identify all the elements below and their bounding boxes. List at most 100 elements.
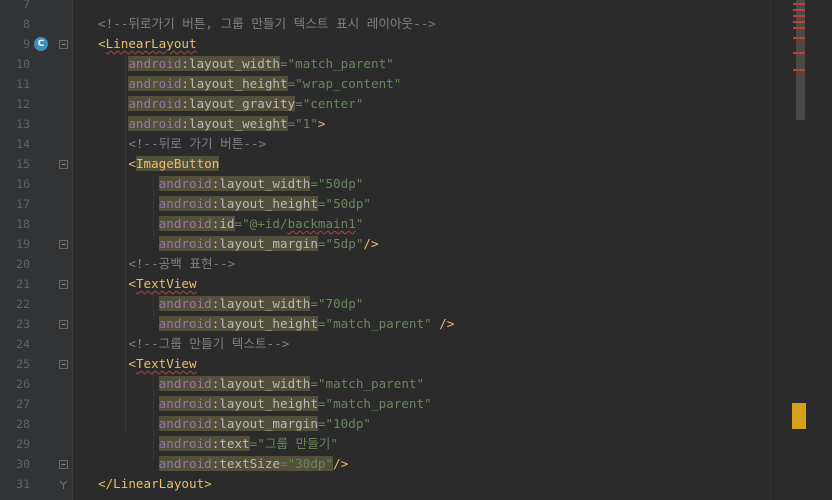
error-marker[interactable]	[793, 21, 805, 23]
code-token: backmain1	[287, 216, 356, 231]
indent-guide	[125, 54, 126, 430]
code-line[interactable]: <!--뒤로가기 버튼, 그룹 만들기 텍스트 표시 레이아웃-->	[98, 14, 436, 34]
code-line[interactable]: android:text="그룹 만들기"	[98, 434, 338, 454]
error-marker[interactable]	[793, 52, 805, 54]
code-line[interactable]: android:layout_height="50dp"	[98, 194, 371, 214]
class-indicator-icon[interactable]: C	[34, 37, 48, 51]
code-token: android	[158, 196, 212, 211]
editor-scrollbar-thumb[interactable]	[796, 0, 805, 120]
line-number[interactable]: 7	[0, 0, 30, 14]
code-token: ="match_parent"	[310, 376, 425, 391]
fold-marker-icon[interactable]	[59, 480, 68, 489]
line-number[interactable]: 31	[0, 474, 30, 494]
line-number[interactable]: 12	[0, 94, 30, 114]
fold-marker-icon[interactable]	[59, 280, 68, 289]
line-number[interactable]: 21	[0, 274, 30, 294]
code-token: android	[158, 296, 212, 311]
code-token: :id	[211, 216, 235, 231]
line-number[interactable]: 14	[0, 134, 30, 154]
line-number[interactable]: 29	[0, 434, 30, 454]
code-token: TextView	[135, 356, 197, 371]
line-number[interactable]: 22	[0, 294, 30, 314]
code-line[interactable]: android:layout_margin="5dp"/>	[98, 234, 379, 254]
line-number[interactable]: 23	[0, 314, 30, 334]
code-token: <	[128, 276, 136, 291]
code-line[interactable]: <!--그룹 만들기 텍스트-->	[98, 334, 289, 354]
error-marker[interactable]	[793, 37, 805, 39]
code-line[interactable]: <!--뒤로 가기 버튼-->	[98, 134, 266, 154]
line-number[interactable]: 18	[0, 214, 30, 234]
code-token: :layout_margin	[211, 236, 318, 251]
line-number[interactable]: 24	[0, 334, 30, 354]
code-line[interactable]: android:layout_width="50dp"	[98, 174, 363, 194]
code-line[interactable]: android:id="@+id/backmain1"	[98, 214, 363, 234]
code-line[interactable]: <ImageButton	[98, 154, 220, 174]
fold-marker-icon[interactable]	[59, 240, 68, 249]
code-line[interactable]: android:layout_weight="1">	[98, 114, 326, 134]
warning-marker[interactable]	[792, 403, 806, 429]
line-number[interactable]: 28	[0, 414, 30, 434]
indent-guide	[153, 174, 154, 240]
fold-marker-icon[interactable]	[59, 360, 68, 369]
code-token: ="70dp"	[310, 296, 364, 311]
code-token: android	[128, 56, 182, 71]
code-token: :layout_weight	[181, 116, 288, 131]
code-token: :textSize	[211, 456, 280, 471]
line-number[interactable]: 20	[0, 254, 30, 274]
line-number[interactable]: 9	[0, 34, 30, 54]
error-marker[interactable]	[793, 27, 805, 29]
line-number[interactable]: 16	[0, 174, 30, 194]
fold-marker-icon[interactable]	[59, 160, 68, 169]
line-number[interactable]: 15	[0, 154, 30, 174]
code-token: ="match_parent"	[317, 316, 432, 331]
code-token: <	[128, 156, 136, 171]
line-number[interactable]: 27	[0, 394, 30, 414]
code-line[interactable]: android:layout_gravity="center"	[98, 94, 363, 114]
code-token: android	[158, 176, 212, 191]
code-token: LinearLayout	[113, 476, 205, 491]
code-line[interactable]: android:layout_height="wrap_content"	[98, 74, 401, 94]
error-marker[interactable]	[793, 69, 805, 71]
code-token: :layout_width	[211, 296, 311, 311]
error-marker[interactable]	[793, 15, 805, 17]
code-line[interactable]: <TextView	[98, 354, 197, 374]
code-line[interactable]: <TextView	[98, 274, 196, 294]
fold-marker-icon[interactable]	[59, 460, 68, 469]
line-number[interactable]: 11	[0, 74, 30, 94]
indent-guide	[153, 294, 154, 320]
code-line[interactable]: </LinearLayout>	[98, 474, 212, 494]
line-number[interactable]: 19	[0, 234, 30, 254]
code-line[interactable]: android:layout_width="match_parent"	[98, 374, 424, 394]
code-line[interactable]: android:layout_width="match_parent"	[98, 54, 394, 74]
code-token: android	[158, 396, 212, 411]
code-token: ImageButton	[135, 156, 220, 171]
line-number[interactable]: 17	[0, 194, 30, 214]
code-line[interactable]: <!--공백 표현-->	[98, 254, 235, 274]
fold-marker-icon[interactable]	[59, 40, 68, 49]
line-number[interactable]: 10	[0, 54, 30, 74]
code-line[interactable]: android:layout_height="match_parent"	[98, 394, 432, 414]
code-token: />	[363, 236, 379, 251]
code-line[interactable]: android:layout_margin="10dp"	[98, 414, 371, 434]
line-number[interactable]: 26	[0, 374, 30, 394]
error-marker[interactable]	[793, 9, 805, 11]
code-line[interactable]: android:textSize="30dp"/>	[98, 454, 348, 474]
line-number[interactable]: 13	[0, 114, 30, 134]
line-number[interactable]: 25	[0, 354, 30, 374]
line-number[interactable]: 8	[0, 14, 30, 34]
code-token: ="@+id/	[234, 216, 288, 231]
code-line[interactable]: android:layout_width="70dp"	[98, 294, 363, 314]
fold-marker-icon[interactable]	[59, 320, 68, 329]
code-token: android	[128, 76, 182, 91]
line-number[interactable]: 30	[0, 454, 30, 474]
code-line[interactable]: <LinearLayout	[98, 34, 197, 54]
code-line[interactable]: android:layout_height="match_parent" />	[98, 314, 454, 334]
error-marker[interactable]	[793, 3, 805, 5]
code-editor[interactable]: <!--뒤로가기 버튼, 그룹 만들기 텍스트 표시 레이아웃--> <Linea…	[73, 0, 770, 500]
